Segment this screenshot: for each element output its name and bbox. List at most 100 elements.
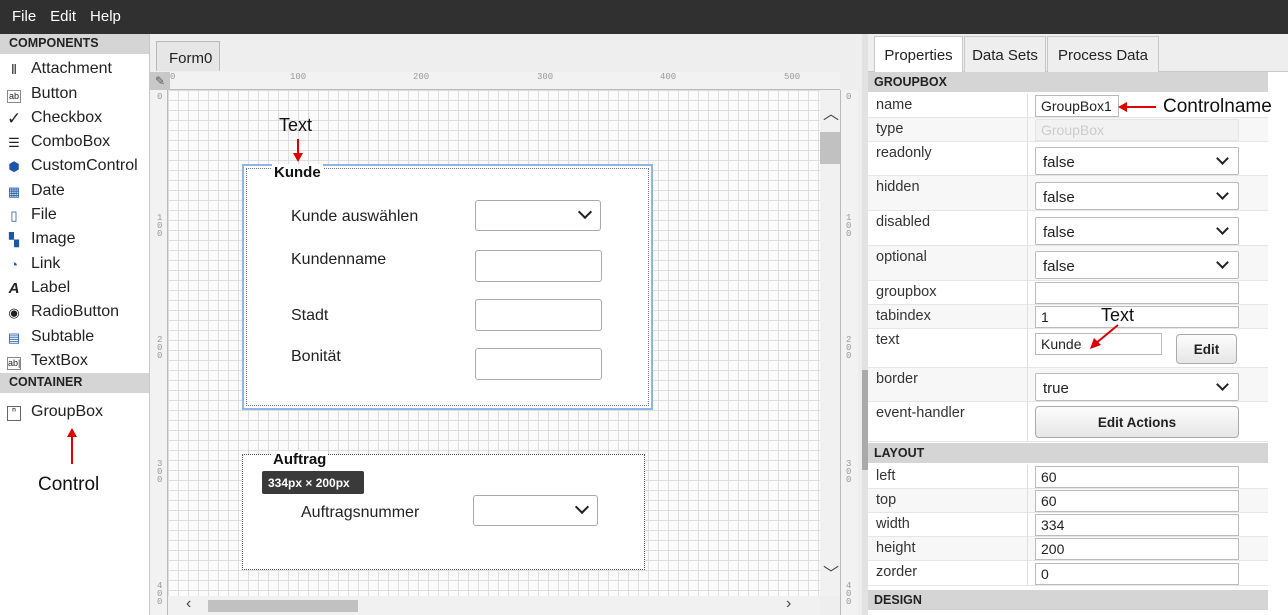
scroll-right-icon[interactable]: › [786, 595, 791, 613]
edit-text-button[interactable]: Edit [1176, 334, 1237, 364]
subtable-icon: ▤ [7, 329, 21, 345]
checkbox-icon: ✓ [7, 108, 22, 128]
kunde-auswaehlen-select[interactable] [475, 200, 601, 231]
scroll-up-icon[interactable]: ︿ [823, 100, 839, 124]
optional-select[interactable]: false [1035, 251, 1239, 279]
menu-file[interactable]: File [12, 0, 36, 25]
readonly-select[interactable]: false [1035, 147, 1239, 175]
prop-key: disabled [876, 214, 931, 230]
horizontal-ruler: 0 100 200 300 400 500 [170, 72, 840, 90]
tab-form0[interactable]: Form0 [156, 41, 220, 71]
palette-item-label[interactable]: A Label [0, 273, 149, 297]
menu-help[interactable]: Help [90, 0, 121, 25]
horizontal-scrollbar[interactable]: ‹ › [168, 595, 820, 615]
palette-item-checkbox[interactable]: ✓ Checkbox [0, 103, 149, 127]
groupbox-field[interactable] [1035, 282, 1239, 304]
palette-item-combobox[interactable]: ☰ ComboBox [0, 127, 149, 151]
tabindex-field[interactable]: 1 [1035, 306, 1239, 328]
hidden-select[interactable]: false [1035, 182, 1239, 210]
form-designer-app: File Edit Help COMPONENTS ⫴ Attachment ab… [0, 0, 1288, 615]
disabled-select[interactable]: false [1035, 217, 1239, 245]
zorder-field[interactable]: 0 [1035, 563, 1239, 585]
ruler-tick: 200 [157, 335, 163, 361]
combobox-icon: ☰ [8, 135, 20, 151]
field-label-kundenname: Kundenname [291, 251, 387, 268]
kundenname-field[interactable] [475, 250, 602, 282]
palette-item-link[interactable]: ◔ Link [0, 248, 149, 272]
auftragsnummer-select[interactable] [473, 495, 598, 526]
palette-item-customcontrol[interactable]: ⬢ CustomControl [0, 151, 149, 175]
groupbox-section-header: GROUPBOX [868, 72, 1268, 92]
ruler-tick: 0 [157, 92, 163, 102]
ruler-tick: 400 [846, 581, 852, 607]
prop-key: width [876, 516, 910, 532]
vertical-ruler-left: 0 100 200 300 400 [150, 90, 168, 615]
tab-properties[interactable]: Properties [874, 36, 963, 73]
prop-key: groupbox [876, 284, 937, 300]
text-arrow-props [1090, 324, 1119, 349]
prop-key: top [876, 492, 897, 508]
design-grid[interactable]: Kunde Kunde auswählen Kundenname Stadt B… [168, 90, 820, 596]
text-arrow-head-canvas [293, 153, 303, 162]
vertical-scroll-thumb[interactable] [820, 132, 840, 164]
border-select[interactable]: true [1035, 373, 1239, 401]
prop-row-event-handler: event-handler Edit Actions [868, 402, 1268, 442]
wrench-icon[interactable]: ✎ [150, 72, 170, 90]
file-icon: ▯ [10, 208, 18, 224]
ruler-tick: 0 [170, 72, 176, 82]
menu-bar: File Edit Help [0, 0, 1288, 34]
palette-item-file[interactable]: ▯ File [0, 200, 149, 224]
edit-actions-button[interactable]: Edit Actions [1035, 406, 1239, 438]
chevron-down-icon [1216, 152, 1229, 165]
text-annotation-canvas: Text [279, 115, 313, 135]
palette-item-date[interactable]: ▦ Date [0, 175, 149, 199]
bonitaet-field[interactable] [475, 348, 602, 380]
scroll-left-icon[interactable]: ‹ [186, 595, 191, 613]
prop-row-height: height 200 [868, 537, 1268, 561]
palette-item-attachment[interactable]: ⫴ Attachment [0, 54, 149, 78]
palette-item-button[interactable]: ab Button [0, 78, 149, 103]
select-value: false [1043, 224, 1075, 241]
control-annotation: Control [38, 474, 100, 495]
field-label-auftragsnummer: Auftragsnummer [301, 504, 420, 521]
control-arrow-line [71, 436, 73, 464]
tab-data-sets[interactable]: Data Sets [964, 36, 1046, 72]
prop-key: height [876, 540, 916, 556]
design-section-header: DESIGN [868, 590, 1268, 610]
horizontal-scroll-thumb[interactable] [208, 600, 358, 612]
palette-item-subtable[interactable]: ▤ Subtable [0, 321, 149, 345]
groupbox-legend: Kunde [272, 164, 323, 181]
stadt-field[interactable] [475, 299, 602, 331]
chevron-down-icon [1216, 222, 1229, 235]
left-field[interactable]: 60 [1035, 466, 1239, 488]
palette-item-radiobutton[interactable]: ◉ RadioButton [0, 297, 149, 321]
prop-key: type [876, 121, 904, 137]
field-label-bonitaet: Bonität [291, 348, 341, 365]
name-field[interactable]: GroupBox1 [1035, 95, 1119, 117]
vertical-ruler-right: 0 100 200 300 400 [840, 90, 858, 615]
vertical-scrollbar[interactable]: ︿ ﹀ [820, 90, 840, 596]
palette-item-groupbox[interactable]: ⁿ GroupBox [0, 395, 149, 421]
chevron-down-icon [1216, 256, 1229, 269]
top-field[interactable]: 60 [1035, 490, 1239, 512]
ruler-tick: 100 [157, 213, 163, 239]
prop-key: text [876, 332, 900, 348]
prop-row-width: width 334 [868, 513, 1268, 537]
label-icon: A [8, 279, 20, 297]
palette-item-image[interactable]: ▚ Image [0, 224, 149, 248]
prop-row-type: type GroupBox [868, 118, 1268, 142]
select-value: false [1043, 189, 1075, 206]
ruler-tick: 300 [157, 459, 163, 485]
menu-edit[interactable]: Edit [50, 0, 76, 25]
prop-key: hidden [876, 179, 920, 195]
scroll-down-icon[interactable]: ﹀ [823, 560, 839, 584]
select-value: false [1043, 154, 1075, 171]
groupbox-kunde[interactable]: Kunde Kunde auswählen Kundenname Stadt B… [242, 164, 653, 410]
controlname-annotation: Controlname [1163, 96, 1272, 117]
tab-process-data[interactable]: Process Data [1047, 36, 1159, 72]
width-field[interactable]: 334 [1035, 514, 1239, 536]
palette-item-textbox[interactable]: ab| TextBox [0, 346, 149, 370]
height-field[interactable]: 200 [1035, 538, 1239, 560]
ruler-tick: 500 [784, 72, 801, 82]
select-value: true [1043, 380, 1069, 397]
